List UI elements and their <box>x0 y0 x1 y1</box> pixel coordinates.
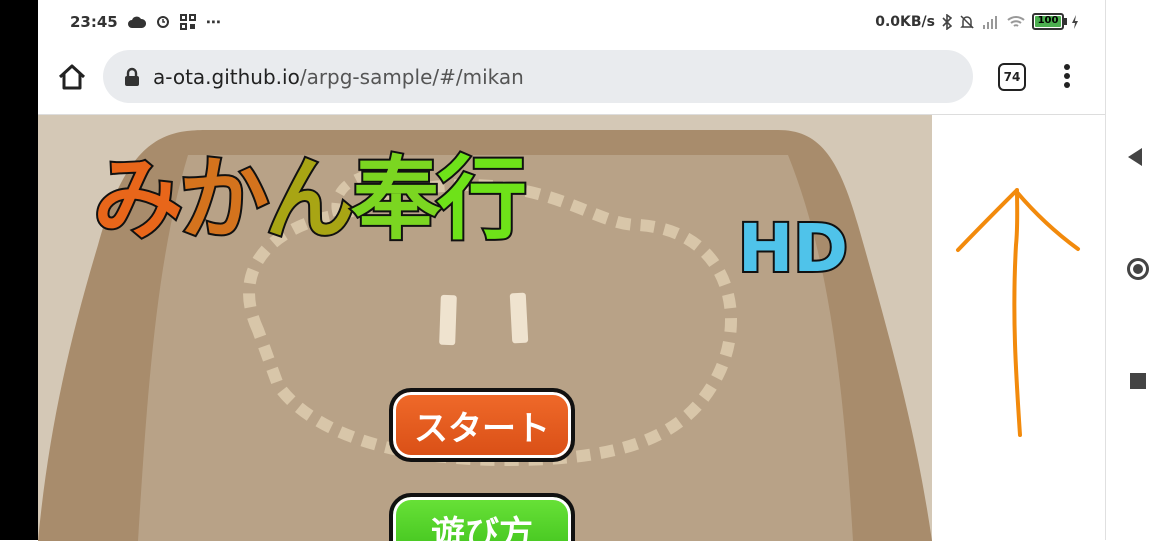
how-to-play-button[interactable]: 遊び方 <box>389 493 575 541</box>
recents-icon[interactable] <box>1130 373 1146 389</box>
title-char-3: ん <box>263 147 357 252</box>
status-right: 0.0KB/s 100 <box>875 13 1079 30</box>
tab-switcher-button[interactable]: 74 <box>998 63 1026 91</box>
game-title: みかん奉行 <box>91 153 529 247</box>
home-circle-icon[interactable] <box>1127 258 1149 280</box>
back-icon[interactable] <box>1128 148 1142 166</box>
bluetooth-icon <box>942 13 952 30</box>
alarm-icon <box>156 16 169 28</box>
game-canvas[interactable]: みかん奉行 HD スタート 遊び方 <box>38 115 932 541</box>
qr-icon <box>179 14 196 30</box>
url-path: /arpg-sample/#/mikan <box>299 64 524 89</box>
left-screen-edge <box>0 0 38 540</box>
lock-icon <box>125 67 139 86</box>
home-icon[interactable] <box>54 60 90 96</box>
page-content: みかん奉行 HD スタート 遊び方 <box>38 114 1105 541</box>
title-char-5: 行 <box>435 147 529 252</box>
cloud-icon <box>127 16 146 28</box>
url-domain: a-ota.github.io <box>153 64 300 89</box>
battery-level: 100 <box>1037 15 1059 26</box>
start-button[interactable]: スタート <box>389 388 575 462</box>
charging-icon <box>1072 14 1078 29</box>
android-nav-bar <box>1105 0 1170 540</box>
browser-toolbar: a-ota.github.io/arpg-sample/#/mikan 74 <box>38 46 1105 114</box>
net-speed: 0.0KB/s <box>875 13 935 30</box>
mute-icon <box>960 14 974 29</box>
title-char-1: み <box>91 147 185 252</box>
status-time: 23:45 <box>70 13 118 31</box>
signal-icon <box>983 15 997 29</box>
title-hd-badge: HD <box>736 208 850 289</box>
status-bar: 23:45 ⋯ 0.0KB/s 100 <box>38 0 1105 46</box>
status-left: 23:45 ⋯ <box>70 13 221 31</box>
page-side-whitespace <box>932 115 1105 541</box>
url-text: a-ota.github.io/arpg-sample/#/mikan <box>153 65 524 89</box>
address-bar[interactable]: a-ota.github.io/arpg-sample/#/mikan <box>103 50 973 103</box>
more-menu-icon[interactable] <box>1057 61 1077 91</box>
title-char-2: か <box>177 147 271 252</box>
battery-icon: 100 <box>1032 13 1067 30</box>
more-notifications-icon: ⋯ <box>205 13 221 31</box>
wifi-icon <box>1007 15 1025 27</box>
up-arrow-icon <box>956 188 1080 437</box>
title-char-4: 奉 <box>349 147 443 252</box>
